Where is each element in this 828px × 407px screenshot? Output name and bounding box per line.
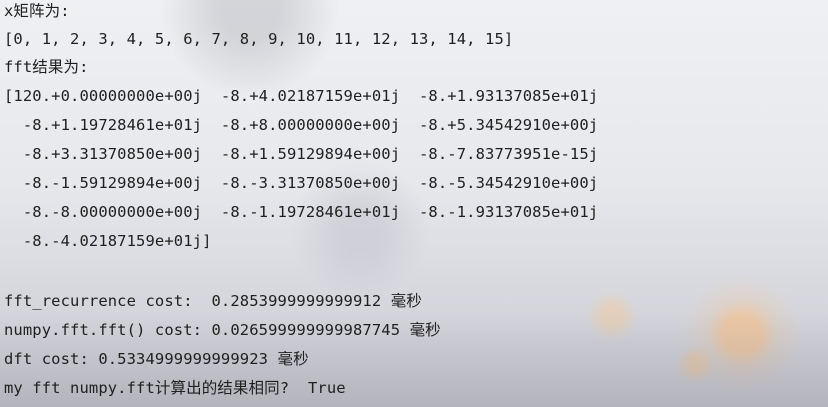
fft-row: -8.-8.00000000e+00j -8.-1.19728461e+01j … xyxy=(4,203,599,221)
timing-fft-recurrence: fft_recurrence cost: 0.2853999999999912 … xyxy=(4,292,422,310)
fft-row: -8.-4.02187159e+01j] xyxy=(4,232,212,250)
timing-dft: dft cost: 0.5334999999999923 毫秒 xyxy=(4,350,309,368)
matrix-label: x矩阵为: xyxy=(4,2,70,20)
fft-row: [120.+0.00000000e+00j -8.+4.02187159e+01… xyxy=(4,87,599,105)
fft-row: -8.+1.19728461e+01j -8.+8.00000000e+00j … xyxy=(4,116,599,134)
matrix-values: [0, 1, 2, 3, 4, 5, 6, 7, 8, 9, 10, 11, 1… xyxy=(4,30,514,48)
fft-label: fft结果为: xyxy=(4,58,89,76)
timing-numpy-fft: numpy.fft.fft() cost: 0.0265999999999877… xyxy=(4,321,441,339)
console-output: x矩阵为: [0, 1, 2, 3, 4, 5, 6, 7, 8, 9, 10,… xyxy=(4,0,828,407)
fft-row: -8.-1.59129894e+00j -8.-3.31370850e+00j … xyxy=(4,174,599,192)
comparison-result: my fft numpy.fft计算出的结果相同? True xyxy=(4,379,346,397)
fft-row: -8.+3.31370850e+00j -8.+1.59129894e+00j … xyxy=(4,145,599,163)
